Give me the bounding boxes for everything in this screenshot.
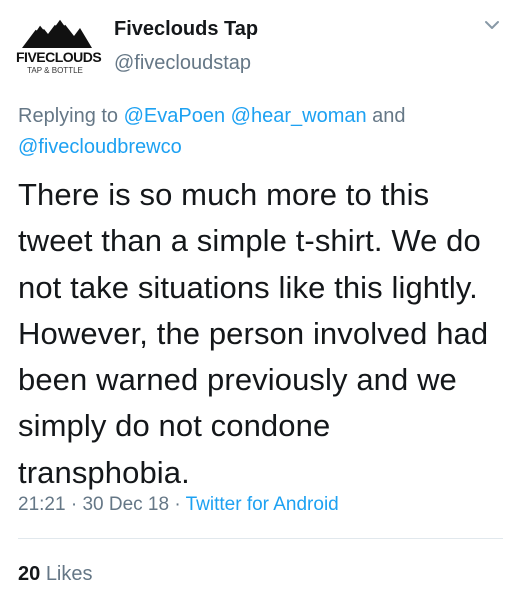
avatar-logo-text: FIVECLOUDS (16, 49, 102, 65)
divider (18, 538, 503, 539)
tweet-date[interactable]: 30 Dec 18 (82, 494, 169, 515)
tweet-meta: 21:21 · 30 Dec 18 · Twitter for Android (18, 492, 339, 518)
reply-context: Replying to @EvaPoen @hear_woman and @fi… (18, 101, 498, 163)
reply-mention-fivecloudbrewco[interactable]: @fivecloudbrewco (18, 136, 182, 158)
tweet-text: There is so much more to this tweet than… (18, 177, 489, 490)
reply-mention-evapoen[interactable]: @EvaPoen (124, 105, 225, 127)
reply-conjunction: and (372, 105, 406, 127)
reply-prefix: Replying to (18, 105, 119, 127)
reply-mention-hear-woman[interactable]: @hear_woman (231, 105, 367, 127)
chevron-down-icon[interactable] (481, 14, 503, 36)
avatar-logo-subtext: TAP & BOTTLE (27, 66, 83, 75)
meta-separator: · (174, 494, 181, 515)
likes-stat[interactable]: 20 Likes (18, 561, 93, 587)
likes-label: Likes (45, 563, 93, 585)
author-display-name[interactable]: Fiveclouds Tap (114, 17, 258, 41)
likes-count: 20 (18, 563, 41, 585)
avatar[interactable]: FIVECLOUDS TAP & BOTTLE (16, 14, 102, 76)
tweet-source-link[interactable]: Twitter for Android (186, 494, 339, 515)
meta-separator: · (70, 494, 78, 515)
tweet-time[interactable]: 21:21 (18, 494, 66, 515)
author-handle[interactable]: @fivecloudstap (114, 51, 251, 75)
mountain-logo-icon (22, 16, 92, 48)
